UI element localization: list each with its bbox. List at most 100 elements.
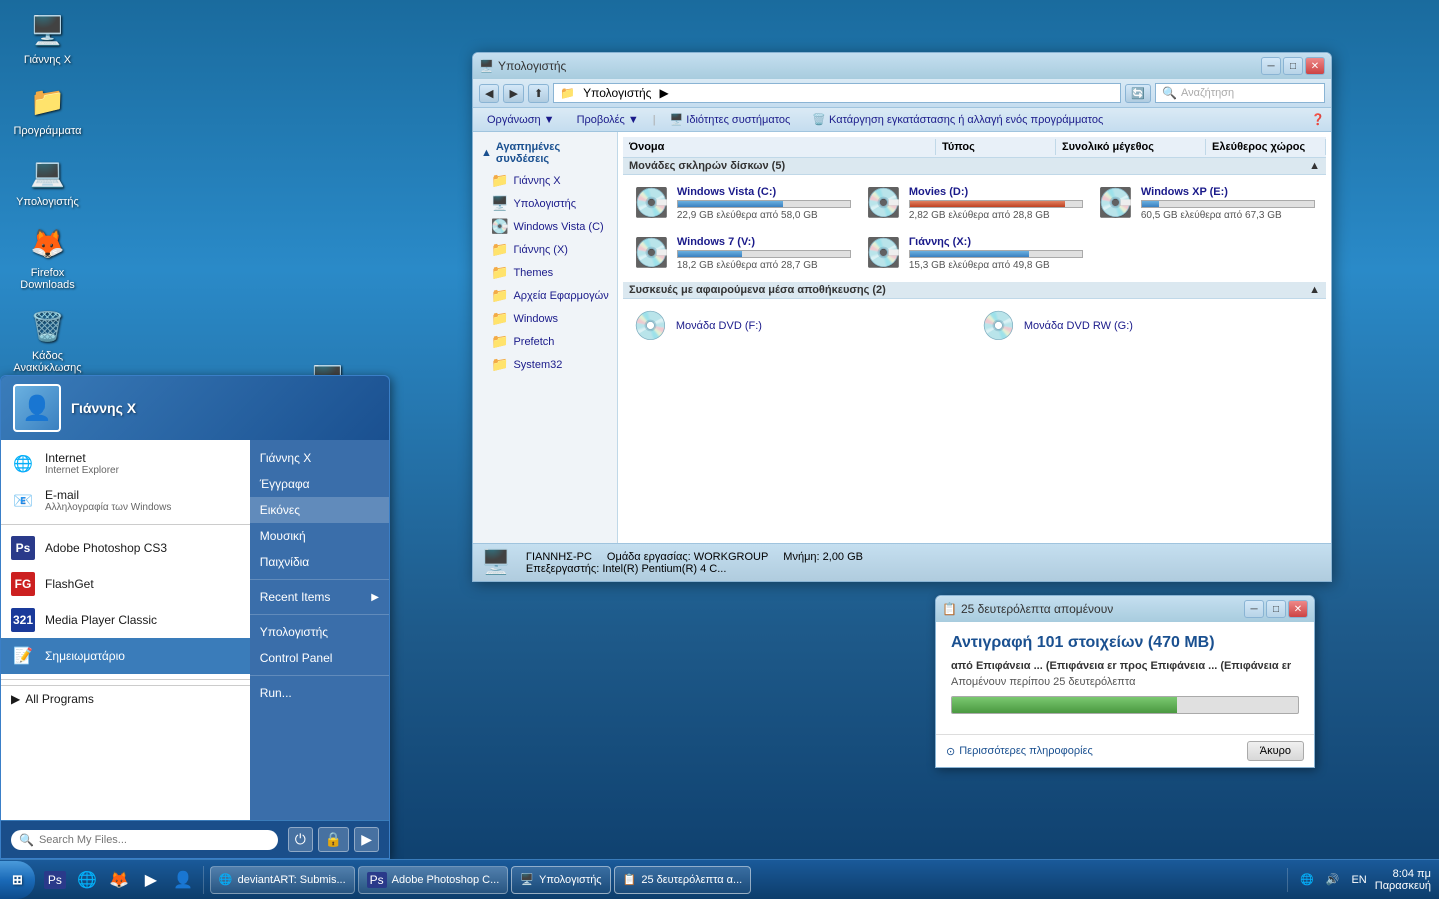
properties-button[interactable]: 🖥️ Ιδιότητες συστήματος: [662, 111, 799, 128]
drive-e-info: Windows XP (E:) 60,5 GB ελεύθερα από 67,…: [1141, 186, 1315, 221]
close-button[interactable]: ✕: [1305, 57, 1325, 75]
right-item-yiannis[interactable]: Γιάννης Χ: [250, 445, 389, 471]
drive-d[interactable]: 💽 Movies (D:) 2,82 GB ελεύθερα από 28,8 …: [860, 180, 1089, 227]
dvd-f[interactable]: 💿 Μονάδα DVD (F:): [628, 304, 973, 347]
menu-item-flashget[interactable]: FG FlashGet: [1, 566, 250, 602]
mycomputer-label: Υπολογιστής: [16, 196, 79, 208]
organize-button[interactable]: Οργάνωση ▼: [479, 112, 563, 128]
address-input[interactable]: 📁 Υπολογιστής ▶: [553, 83, 1121, 103]
drive-v-icon: 💽: [634, 236, 669, 269]
menu-item-internet[interactable]: 🌐 Internet Internet Explorer: [1, 445, 250, 482]
menu-item-photoshop[interactable]: Ps Adobe Photoshop CS3: [1, 530, 250, 566]
right-divider-3: [250, 675, 389, 676]
sidebar-item-computer[interactable]: 🖥️ Υπολογιστής: [473, 192, 617, 215]
photoshop-icon: Ps: [11, 536, 35, 560]
right-item-computer[interactable]: Υπολογιστής: [250, 619, 389, 645]
sidebar-item-themes[interactable]: 📁 Themes: [473, 261, 617, 284]
dvd-g[interactable]: 💿 Μονάδα DVD RW (G:): [976, 304, 1321, 347]
task-copy[interactable]: 📋 25 δευτερόλεπτα α...: [614, 866, 752, 894]
quicklaunch-media-button[interactable]: ▶: [137, 866, 165, 894]
copy-close-button[interactable]: ✕: [1288, 600, 1308, 618]
menu-item-email[interactable]: 📧 E-mail Αλληλογραφία των Windows: [1, 482, 250, 519]
task-photoshop[interactable]: Ps Adobe Photoshop C...: [358, 866, 509, 894]
search-input[interactable]: [39, 834, 270, 846]
menu-divider-2: [1, 679, 250, 680]
desktop-icon-computer-top[interactable]: 🖥️ Γιάννης Χ: [10, 10, 85, 66]
menu-item-notepad[interactable]: 📝 Σημειωματάριο: [1, 638, 250, 674]
sidebar-item-windows[interactable]: 📁 Windows: [473, 307, 617, 330]
quicklaunch-ie-button[interactable]: 🌐: [73, 866, 101, 894]
up-button[interactable]: ⬆: [528, 84, 549, 103]
right-item-games[interactable]: Παιχνίδια: [250, 549, 389, 575]
col-total-size[interactable]: Συνολικό μέγεθος: [1056, 139, 1206, 155]
drive-e[interactable]: 💽 Windows XP (E:) 60,5 GB ελεύθερα από 6…: [1092, 180, 1321, 227]
drive-v[interactable]: 💽 Windows 7 (V:) 18,2 GB ελεύθερα από 28…: [628, 230, 857, 277]
all-programs-item[interactable]: ▶ All Programs: [1, 685, 250, 712]
uninstall-button[interactable]: 🗑️ Κατάργηση εγκατάστασης ή αλλαγή ενός …: [804, 111, 1111, 128]
drive-x[interactable]: 💽 Γιάννης (Χ:) 15,3 GB ελεύθερα από 49,8…: [860, 230, 1089, 277]
col-type[interactable]: Τύπος: [936, 139, 1056, 155]
properties-icon: 🖥️: [670, 113, 684, 126]
right-item-documents[interactable]: Έγγραφα: [250, 471, 389, 497]
sidebar-windows-label: Windows: [513, 313, 558, 325]
sidebar-item-apps[interactable]: 📁 Αρχεία Εφαρμογών: [473, 284, 617, 307]
start-button[interactable]: ⊞: [0, 861, 35, 899]
views-button[interactable]: Προβολές ▼: [569, 112, 647, 128]
copy-minimize-button[interactable]: ─: [1244, 600, 1264, 618]
windows-logo: ⊞: [12, 872, 23, 888]
drive-c-name: Windows Vista (C:): [677, 186, 851, 198]
copy-maximize-button[interactable]: □: [1266, 600, 1286, 618]
window-controls: ─ □ ✕: [1261, 57, 1325, 75]
drive-c[interactable]: 💽 Windows Vista (C:) 22,9 GB ελεύθερα απ…: [628, 180, 857, 227]
toolbar-row: Οργάνωση ▼ Προβολές ▼ | 🖥️ Ιδιότητες συσ…: [473, 108, 1331, 132]
ie-label: Internet: [45, 451, 119, 465]
maximize-button[interactable]: □: [1283, 57, 1303, 75]
drive-e-size: 60,5 GB ελεύθερα από 67,3 GB: [1141, 210, 1315, 221]
more-info-label: Περισσότερες πληροφορίες: [959, 745, 1093, 757]
power-button[interactable]: ⏻: [288, 827, 313, 852]
drive-c-bar-container: [677, 200, 851, 208]
more-info-toggle[interactable]: ⊙ Περισσότερες πληροφορίες: [946, 745, 1093, 758]
col-free-space[interactable]: Ελεύθερος χώρος: [1206, 139, 1326, 155]
sidebar-item-yiannis[interactable]: 📁 Γιάννης Χ: [473, 169, 617, 192]
right-item-recent[interactable]: Recent Items ▶: [250, 584, 389, 610]
quicklaunch-user-button[interactable]: 👤: [169, 866, 197, 894]
minimize-button[interactable]: ─: [1261, 57, 1281, 75]
properties-label: Ιδιότητες συστήματος: [686, 114, 790, 126]
copy-cancel-button[interactable]: Άκυρο: [1247, 741, 1304, 761]
task-deviantart[interactable]: 🌐 deviantART: Submis...: [210, 866, 355, 894]
arrow-button[interactable]: ▶: [354, 827, 379, 852]
col-name[interactable]: Όνομα: [623, 139, 936, 155]
right-item-pictures[interactable]: Εικόνες: [250, 497, 389, 523]
search-box: 🔍: [11, 830, 278, 850]
tray-language[interactable]: EN: [1347, 874, 1370, 886]
drive-d-size: 2,82 GB ελεύθερα από 28,8 GB: [909, 210, 1083, 221]
desktop-icon-firefox[interactable]: 🦊 Firefox Downloads: [10, 223, 85, 291]
copy-progress-bar: [951, 696, 1299, 714]
sidebar-item-vista[interactable]: 💽 Windows Vista (C): [473, 215, 617, 238]
lock-button[interactable]: 🔒: [318, 827, 349, 852]
task-explorer[interactable]: 🖥️ Υπολογιστής: [511, 866, 610, 894]
computer-top-icon: 🖥️: [28, 10, 68, 50]
sidebar-item-prefetch[interactable]: 📁 Prefetch: [473, 330, 617, 353]
tray-time: 8:04 πμ: [1375, 868, 1431, 880]
refresh-button[interactable]: 🔄: [1125, 84, 1151, 103]
sidebar-yiannis-x-icon: 📁: [491, 241, 508, 258]
desktop-icon-programs[interactable]: 📁 Προγράμματα: [10, 81, 85, 137]
sidebar-item-system32[interactable]: 📁 System32: [473, 353, 617, 376]
right-item-music[interactable]: Μουσική: [250, 523, 389, 549]
quicklaunch-ps-button[interactable]: Ps: [41, 866, 69, 894]
desktop-icon-recycle[interactable]: 🗑️ Κάδος Ανακύκλωσης: [10, 306, 85, 374]
right-item-control-panel[interactable]: Control Panel: [250, 645, 389, 671]
explorer-sidebar: ▲ Αγαπημένες συνδέσεις 📁 Γιάννης Χ 🖥️ Υπ…: [473, 132, 618, 543]
sidebar-favorites-label: Αγαπημένες συνδέσεις: [496, 141, 609, 165]
organize-arrow: ▼: [544, 114, 555, 126]
desktop-icon-mycomputer[interactable]: 💻 Υπολογιστής: [10, 152, 85, 208]
sidebar-item-yiannis-x[interactable]: 📁 Γιάννης (Χ): [473, 238, 617, 261]
menu-item-mediaplayer[interactable]: 321 Media Player Classic: [1, 602, 250, 638]
explorer-search[interactable]: 🔍 Αναζήτηση: [1155, 83, 1325, 103]
back-button[interactable]: ◀: [479, 84, 499, 103]
quicklaunch-firefox-button[interactable]: 🦊: [105, 866, 133, 894]
forward-button[interactable]: ▶: [503, 84, 523, 103]
right-item-run[interactable]: Run...: [250, 680, 389, 706]
